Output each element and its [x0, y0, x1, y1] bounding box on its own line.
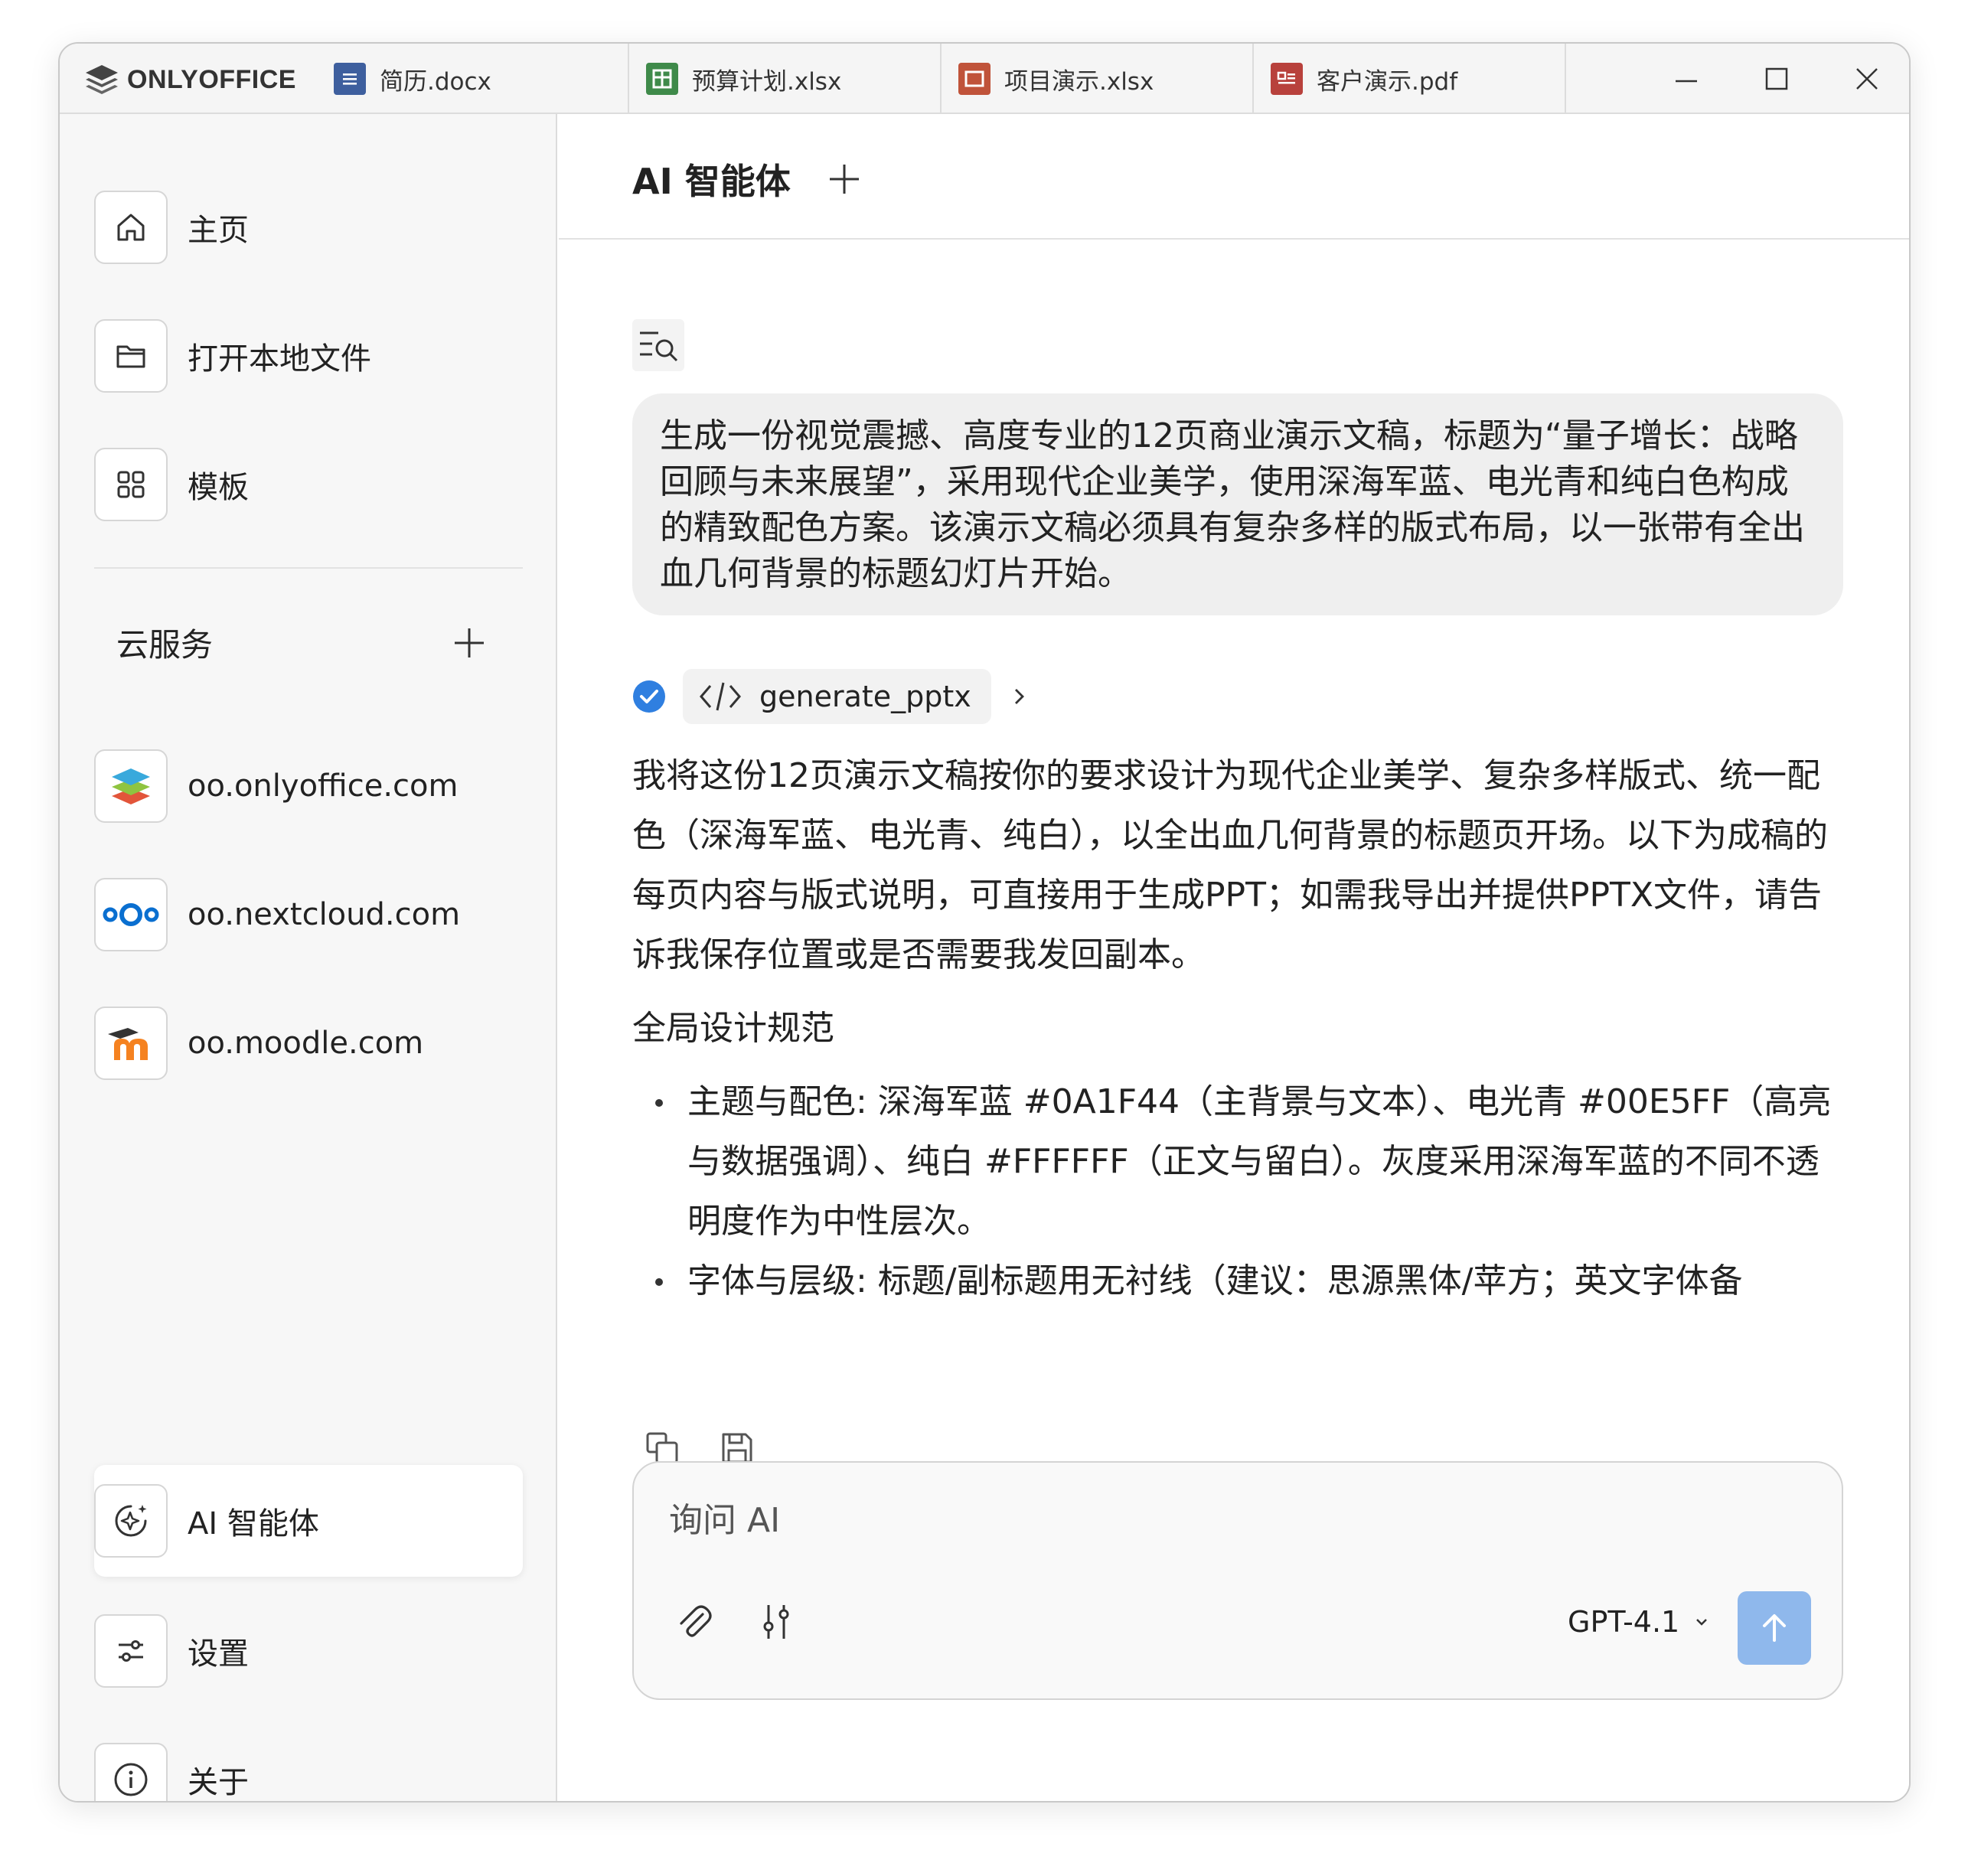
- cloud-item-label: oo.nextcloud.com: [188, 897, 461, 932]
- list-item: 主题与配色: 深海军蓝 #0A1F44（主背景与文本）、电光青 #00E5FF（…: [632, 1072, 1849, 1251]
- search-history-button[interactable]: [632, 319, 684, 371]
- pdf-icon: [1271, 63, 1303, 95]
- tool-call-chip[interactable]: generate_pptx: [683, 669, 991, 724]
- tab-project-xlsx[interactable]: 项目演示.xlsx: [942, 44, 1254, 114]
- close-window-button[interactable]: [1822, 44, 1909, 114]
- app-logo[interactable]: ONLYOFFICE: [84, 60, 296, 99]
- maximize-button[interactable]: [1731, 44, 1822, 114]
- main-header: AI 智能体: [559, 114, 1909, 240]
- add-cloud-button[interactable]: [452, 625, 487, 661]
- page-title: AI 智能体: [632, 161, 791, 202]
- sidebar-item-templates[interactable]: 模板: [94, 448, 523, 521]
- ai-sparkle-icon: [94, 1484, 168, 1558]
- response-fade: [632, 1369, 1849, 1408]
- paperclip-icon: [680, 1605, 712, 1637]
- tab-client-pdf[interactable]: 客户演示.pdf: [1254, 44, 1566, 114]
- app-window: ONLYOFFICE 简历.docx 预算计划.xlsx 项目演示.xlsx 客…: [58, 42, 1911, 1803]
- sidebar-item-label: 关于: [188, 1765, 249, 1800]
- new-chat-button[interactable]: [827, 161, 862, 197]
- sidebar: 主页 打开本地文件 模板 云服务 oo.onlyoffice.com oo.ne…: [60, 114, 557, 1801]
- check-circle-icon: [633, 680, 665, 713]
- nextcloud-logo-icon: [94, 878, 168, 951]
- sidebar-item-about[interactable]: 关于: [94, 1743, 523, 1801]
- options-button[interactable]: [755, 1600, 798, 1643]
- tab-label: 项目演示.xlsx: [1004, 67, 1154, 96]
- folder-icon: [94, 319, 168, 393]
- title-bar: ONLYOFFICE 简历.docx 预算计划.xlsx 项目演示.xlsx 客…: [60, 44, 1909, 114]
- list-item: 字体与层级: 标题/副标题用无衬线（建议：思源黑体/苹方；英文字体备: [632, 1251, 1849, 1311]
- send-button[interactable]: [1738, 1591, 1811, 1665]
- info-icon: [94, 1743, 168, 1801]
- sidebar-item-label: 设置: [188, 1636, 249, 1672]
- response-bullet-list: 主题与配色: 深海军蓝 #0A1F44（主背景与文本）、电光青 #00E5FF（…: [632, 1072, 1849, 1311]
- tab-label: 预算计划.xlsx: [692, 67, 842, 96]
- tab-label: 简历.docx: [380, 67, 491, 96]
- settings-sliders-icon: [94, 1614, 168, 1688]
- model-selector[interactable]: GPT-4.1: [1568, 1599, 1710, 1645]
- onlyoffice-logo-icon: [86, 65, 118, 94]
- sidebar-item-settings[interactable]: 设置: [94, 1614, 523, 1688]
- presentation-icon: [958, 63, 991, 95]
- tab-budget-xlsx[interactable]: 预算计划.xlsx: [629, 44, 942, 114]
- sidebar-item-open-local[interactable]: 打开本地文件: [94, 319, 523, 393]
- chevron-down-icon: [1696, 1619, 1708, 1626]
- sidebar-item-label: 主页: [188, 213, 249, 248]
- list-search-icon: [632, 319, 684, 371]
- tab-label: 客户演示.pdf: [1317, 67, 1458, 96]
- document-icon: [334, 63, 366, 95]
- moodle-logo-icon: [94, 1007, 168, 1080]
- chevron-right-icon[interactable]: [1008, 685, 1031, 708]
- maximize-icon: [1765, 67, 1788, 90]
- model-selector-value: GPT-4.1: [1568, 1605, 1680, 1639]
- cloud-item-label: oo.onlyoffice.com: [188, 768, 459, 804]
- plus-icon: [455, 628, 484, 657]
- cloud-item-nextcloud[interactable]: oo.nextcloud.com: [94, 878, 523, 951]
- cloud-item-label: oo.moodle.com: [188, 1026, 424, 1061]
- chat-composer: GPT-4.1: [632, 1461, 1843, 1700]
- tool-call-name: generate_pptx: [759, 680, 971, 713]
- sidebar-item-label: AI 智能体: [188, 1506, 319, 1542]
- attach-button[interactable]: [672, 1600, 715, 1643]
- onlyoffice-logo-icon: [94, 749, 168, 823]
- spreadsheet-icon: [646, 63, 678, 95]
- tab-resume-docx[interactable]: 简历.docx: [317, 44, 629, 114]
- user-message-bubble: 生成一份视觉震撼、高度专业的12页商业演示文稿，标题为“量子增长：战略回顾与未来…: [632, 393, 1843, 615]
- tool-call-row: generate_pptx: [632, 669, 1031, 724]
- logo-text: ONLYOFFICE: [127, 64, 296, 94]
- close-icon: [1856, 68, 1878, 90]
- sidebar-item-label: 模板: [188, 470, 249, 505]
- cloud-item-moodle[interactable]: oo.moodle.com: [94, 1007, 523, 1080]
- sidebar-divider: [94, 567, 523, 569]
- templates-grid-icon: [94, 448, 168, 521]
- cloud-services-header: 云服务: [116, 626, 214, 664]
- assistant-response: 我将这份12页演示文稿按你的要求设计为现代企业美学、复杂多样版式、统一配色（深海…: [632, 746, 1849, 1406]
- sidebar-item-home[interactable]: 主页: [94, 191, 523, 264]
- main-panel: AI 智能体 生成一份视觉震撼、高度专业的12页商业演示文稿，标题为“量子增长：…: [559, 114, 1909, 1801]
- arrow-up-icon: [1763, 1614, 1786, 1642]
- minimize-button[interactable]: [1641, 44, 1731, 114]
- response-section-title: 全局设计规范: [632, 1009, 834, 1048]
- sliders-icon: [763, 1605, 789, 1639]
- ask-ai-input[interactable]: [669, 1493, 1511, 1547]
- response-intro: 我将这份12页演示文稿按你的要求设计为现代企业美学、复杂多样版式、统一配色（深海…: [632, 756, 1828, 974]
- code-icon: [700, 682, 741, 711]
- minimize-icon: [1676, 80, 1697, 83]
- sidebar-item-ai-agent[interactable]: AI 智能体: [94, 1484, 523, 1558]
- cloud-item-onlyoffice[interactable]: oo.onlyoffice.com: [94, 749, 523, 823]
- plus-icon: [830, 165, 859, 194]
- home-icon: [94, 191, 168, 264]
- sidebar-item-label: 打开本地文件: [188, 341, 371, 377]
